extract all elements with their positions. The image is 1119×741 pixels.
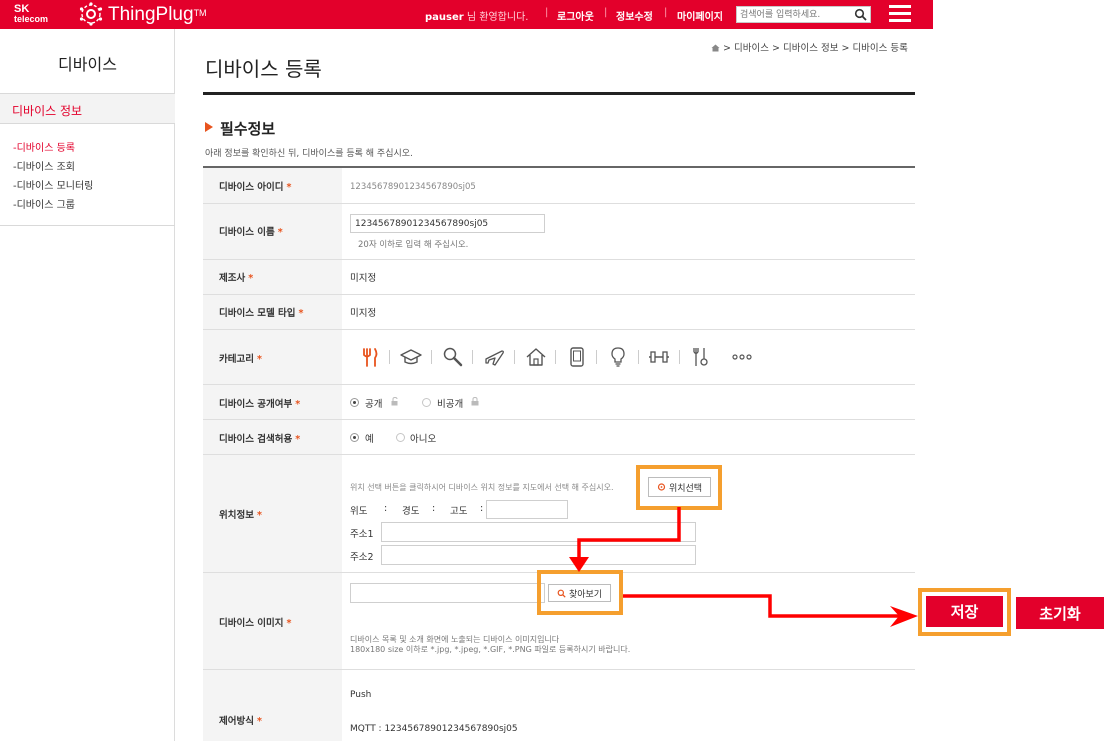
- reset-button[interactable]: 초기화: [1016, 597, 1104, 629]
- save-button[interactable]: 저장: [926, 596, 1003, 627]
